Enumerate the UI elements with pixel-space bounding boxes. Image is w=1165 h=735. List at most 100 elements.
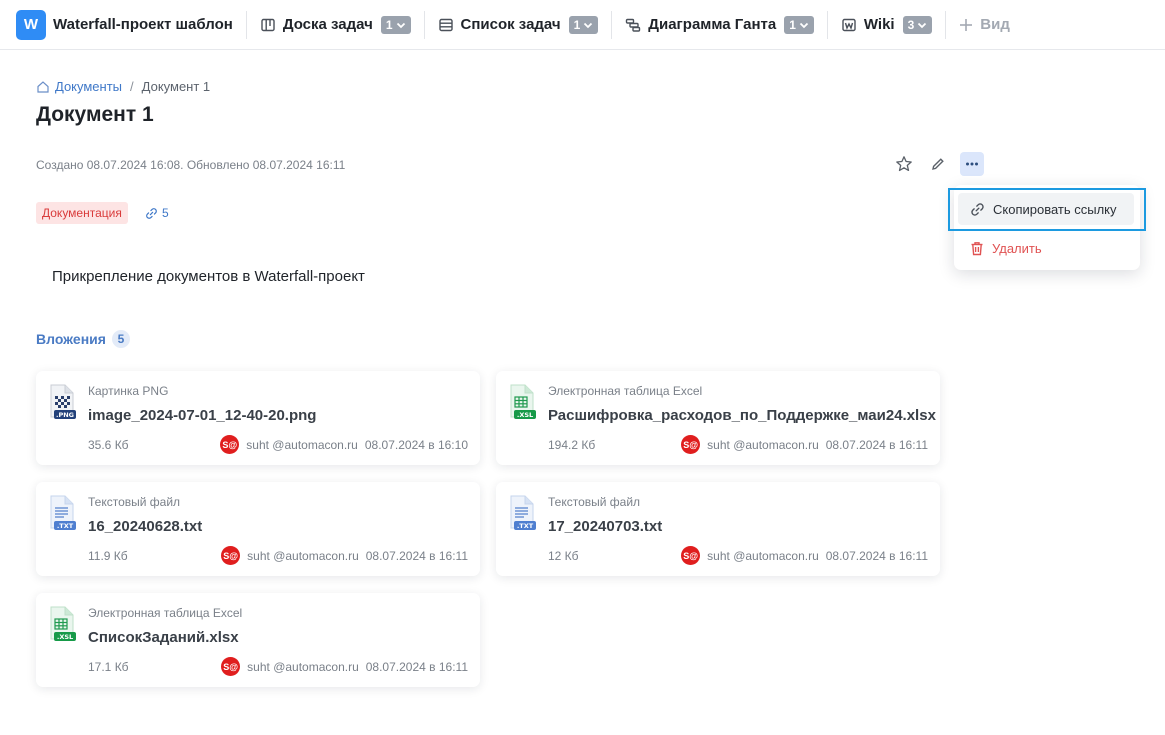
- image-file-icon: .PNG: [48, 384, 78, 427]
- add-view-label: Вид: [980, 16, 1010, 33]
- tab-task-board[interactable]: Доска задач 1: [260, 15, 411, 34]
- file-name[interactable]: 16_20240628.txt: [88, 518, 202, 535]
- project-name[interactable]: Waterfall-проект шаблон: [53, 16, 233, 33]
- file-name[interactable]: 17_20240703.txt: [548, 518, 662, 535]
- file-size: 11.9 Кб: [88, 549, 128, 563]
- uploader-email: suht @automacon.ru: [246, 437, 358, 452]
- tab-task-list[interactable]: Список задач 1: [438, 15, 599, 34]
- divider: [945, 10, 947, 39]
- file-type: Картинка PNG: [88, 384, 169, 398]
- list-icon: [438, 17, 454, 33]
- page-title: Документ 1: [36, 103, 154, 126]
- avatar: S@: [221, 546, 241, 565]
- uploader-info: S@ suht @automacon.ru 08.07.2024 в 16:10: [220, 435, 468, 454]
- document-actions: [892, 152, 984, 176]
- chevron-down-icon: [396, 22, 405, 28]
- chevron-down-icon: [584, 22, 593, 28]
- upload-date: 08.07.2024 в 16:11: [365, 659, 468, 674]
- view-count-dropdown[interactable]: 1: [568, 15, 599, 34]
- linked-items[interactable]: 5: [145, 206, 169, 220]
- chevron-down-icon: [918, 22, 927, 28]
- tab-gantt-chart[interactable]: Диаграмма Ганта 1: [625, 15, 814, 34]
- excel-file-icon: .XSL: [508, 384, 538, 427]
- chevron-down-icon: [799, 22, 809, 28]
- attachment-card[interactable]: .PNG Картинка PNG image_2024-07-01_12-40…: [36, 371, 480, 465]
- plus-icon: [960, 18, 973, 31]
- uploader-info: S@ suht @automacon.ru 08.07.2024 в 16:11: [681, 435, 928, 454]
- tab-label: Доска задач: [282, 16, 373, 33]
- pencil-icon: [932, 158, 944, 170]
- breadcrumb-documents-link[interactable]: Документы: [36, 79, 122, 94]
- upload-date: 08.07.2024 в 16:10: [364, 437, 468, 452]
- uploader-email: suht @automacon.ru: [707, 548, 819, 563]
- board-icon: [260, 17, 276, 33]
- attachments-count: 5: [111, 330, 130, 348]
- file-type: Электронная таблица Excel: [548, 384, 703, 398]
- delete-menu-item[interactable]: Удалить: [970, 241, 1042, 256]
- attachment-card[interactable]: .TXT Текстовый файл 17_20240703.txt 12 К…: [496, 482, 940, 576]
- project-views-bar: W Waterfall-проект шаблон Доска задач 1 …: [0, 0, 1165, 50]
- breadcrumb-separator: /: [130, 79, 134, 94]
- delete-label: Удалить: [992, 241, 1042, 256]
- attachment-card[interactable]: .TXT Текстовый файл 16_20240628.txt 11.9…: [36, 482, 480, 576]
- file-ext: .TXT: [517, 522, 534, 530]
- file-size: 35.6 Кб: [88, 438, 129, 452]
- more-options-button[interactable]: [960, 152, 984, 176]
- view-count-dropdown[interactable]: 1: [784, 15, 814, 34]
- file-size: 17.1 Кб: [88, 660, 129, 674]
- excel-file-icon: .XSL: [48, 606, 78, 649]
- view-count-dropdown[interactable]: 3: [902, 15, 933, 34]
- file-size: 12 Кб: [548, 549, 579, 563]
- file-ext: .TXT: [57, 522, 74, 530]
- file-ext: .XSL: [517, 411, 533, 419]
- home-icon: [37, 80, 49, 93]
- file-type: Текстовый файл: [548, 495, 641, 509]
- divider: [423, 10, 425, 39]
- breadcrumb-root-label: Документы: [55, 79, 123, 94]
- project-logo[interactable]: W: [16, 9, 46, 40]
- avatar: S@: [221, 657, 241, 676]
- tab-label: Wiki: [863, 16, 895, 33]
- uploader-email: suht @automacon.ru: [247, 548, 359, 563]
- trash-icon: [971, 242, 983, 256]
- upload-date: 08.07.2024 в 16:11: [825, 548, 928, 563]
- uploader-info: S@ suht @automacon.ru 08.07.2024 в 16:11: [221, 546, 468, 565]
- uploader-info: S@ suht @automacon.ru 08.07.2024 в 16:11: [681, 546, 928, 565]
- file-ext: .XSL: [57, 633, 73, 641]
- focus-highlight: [948, 188, 1146, 231]
- attachments-header: Вложения 5: [36, 330, 130, 348]
- file-name[interactable]: image_2024-07-01_12-40-20.png: [88, 407, 316, 424]
- text-file-icon: .TXT: [48, 495, 78, 538]
- attachments-title: Вложения: [36, 331, 106, 347]
- more-dots-icon: [966, 162, 978, 166]
- uploader-info: S@ suht @automacon.ru 08.07.2024 в 16:11: [221, 657, 468, 676]
- breadcrumb-current: Документ 1: [141, 79, 211, 94]
- file-ext: .PNG: [56, 411, 74, 419]
- favorite-button[interactable]: [892, 152, 916, 176]
- view-count: 1: [789, 17, 796, 32]
- file-name[interactable]: Расшифровка_расходов_по_Поддержке_маи24.…: [548, 407, 936, 424]
- star-icon: [896, 156, 912, 172]
- attachment-card[interactable]: .XSL Электронная таблица Excel Расшифров…: [496, 371, 940, 465]
- uploader-email: suht @automacon.ru: [247, 659, 359, 674]
- divider: [826, 10, 828, 39]
- divider: [611, 10, 613, 39]
- view-count: 3: [907, 17, 915, 32]
- avatar: S@: [681, 435, 701, 454]
- tab-wiki[interactable]: Wiki 3: [841, 15, 933, 34]
- view-count: 1: [385, 17, 393, 32]
- file-size: 194.2 Кб: [548, 438, 596, 452]
- linked-count: 5: [162, 206, 169, 220]
- file-name[interactable]: СписокЗаданий.xlsx: [88, 629, 239, 646]
- view-count-dropdown[interactable]: 1: [380, 15, 411, 34]
- document-description: Прикрепление документов в Waterfall-прое…: [52, 268, 365, 285]
- file-type: Электронная таблица Excel: [88, 606, 243, 620]
- text-file-icon: .TXT: [508, 495, 538, 538]
- add-view-button[interactable]: Вид: [959, 16, 1010, 33]
- upload-date: 08.07.2024 в 16:11: [825, 437, 928, 452]
- attachment-card[interactable]: .XSL Электронная таблица Excel СписокЗад…: [36, 593, 480, 687]
- category-tag[interactable]: Документация: [36, 202, 128, 224]
- file-type: Текстовый файл: [88, 495, 181, 509]
- upload-date: 08.07.2024 в 16:11: [365, 548, 468, 563]
- edit-button[interactable]: [926, 152, 950, 176]
